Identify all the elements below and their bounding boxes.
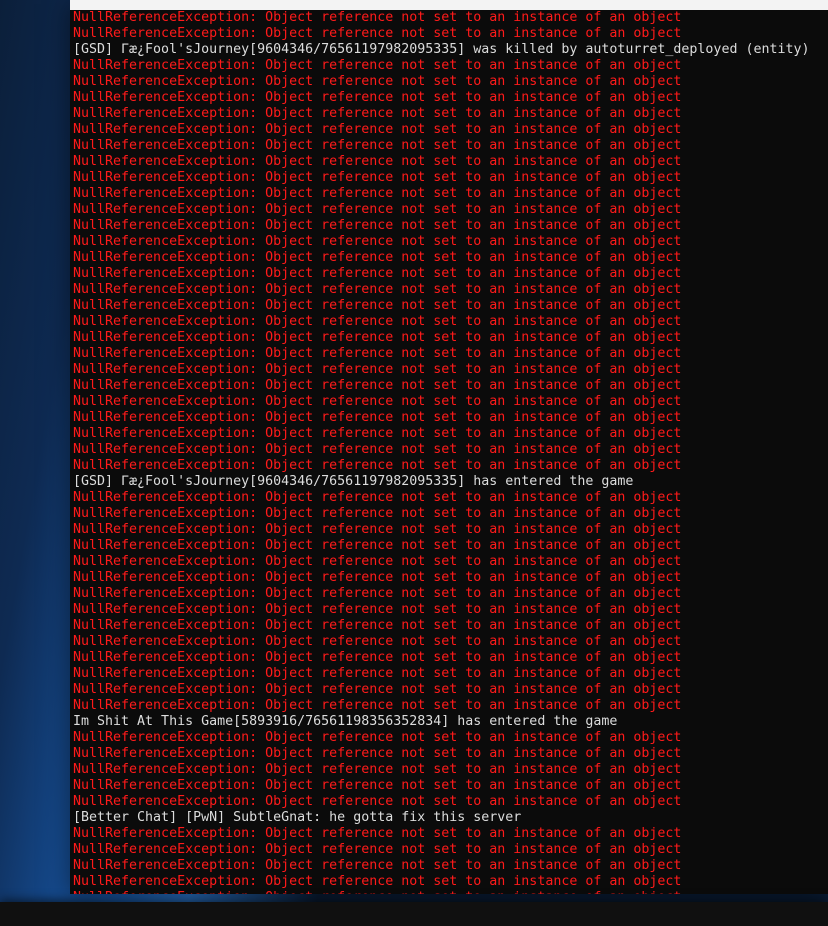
console-line-error: NullReferenceException: Object reference… [73,794,825,810]
console-line-error: NullReferenceException: Object reference… [73,202,825,218]
desktop-background: NullReferenceException: Object reference… [0,0,828,926]
console-line-error: NullReferenceException: Object reference… [73,122,825,138]
console-line-error: NullReferenceException: Object reference… [73,106,825,122]
console-line-error: NullReferenceException: Object reference… [73,682,825,698]
console-line-error: NullReferenceException: Object reference… [73,650,825,666]
console-line-info: [GSD] Γæ¿Fool'sJourney[9604346/765611979… [73,42,825,58]
console-line-error: NullReferenceException: Object reference… [73,762,825,778]
console-line-error: NullReferenceException: Object reference… [73,74,825,90]
console-line-error: NullReferenceException: Object reference… [73,362,825,378]
console-line-error: NullReferenceException: Object reference… [73,314,825,330]
console-line-error: NullReferenceException: Object reference… [73,298,825,314]
console-line-error: NullReferenceException: Object reference… [73,602,825,618]
console-line-error: NullReferenceException: Object reference… [73,282,825,298]
console-line-error: NullReferenceException: Object reference… [73,634,825,650]
console-line-error: NullReferenceException: Object reference… [73,858,825,874]
console-line-info: [GSD] Γæ¿Fool'sJourney[9604346/765611979… [73,474,825,490]
console-line-error: NullReferenceException: Object reference… [73,570,825,586]
console-line-error: NullReferenceException: Object reference… [73,842,825,858]
console-line-error: NullReferenceException: Object reference… [73,426,825,442]
console-line-error: NullReferenceException: Object reference… [73,874,825,890]
console-line-error: NullReferenceException: Object reference… [73,538,825,554]
console-line-error: NullReferenceException: Object reference… [73,410,825,426]
console-line-info: Im Shit At This Game[5893916/76561198356… [73,714,825,730]
console-line-error: NullReferenceException: Object reference… [73,10,825,26]
console-line-error: NullReferenceException: Object reference… [73,554,825,570]
console-line-error: NullReferenceException: Object reference… [73,138,825,154]
console-line-error: NullReferenceException: Object reference… [73,666,825,682]
console-line-error: NullReferenceException: Object reference… [73,90,825,106]
console-line-info: [Better Chat] [PwN] SubtleGnat: he gotta… [73,810,825,826]
console-line-error: NullReferenceException: Object reference… [73,506,825,522]
console-line-error: NullReferenceException: Object reference… [73,26,825,42]
taskbar[interactable] [0,902,828,926]
console-line-error: NullReferenceException: Object reference… [73,522,825,538]
console-line-error: NullReferenceException: Object reference… [73,394,825,410]
console-line-error: NullReferenceException: Object reference… [73,442,825,458]
console-line-error: NullReferenceException: Object reference… [73,618,825,634]
console-line-error: NullReferenceException: Object reference… [73,58,825,74]
console-line-error: NullReferenceException: Object reference… [73,778,825,794]
console-line-error: NullReferenceException: Object reference… [73,586,825,602]
console-line-error: NullReferenceException: Object reference… [73,170,825,186]
console-window[interactable]: NullReferenceException: Object reference… [70,0,828,894]
console-line-error: NullReferenceException: Object reference… [73,730,825,746]
console-line-error: NullReferenceException: Object reference… [73,698,825,714]
console-line-error: NullReferenceException: Object reference… [73,266,825,282]
console-line-error: NullReferenceException: Object reference… [73,378,825,394]
console-line-error: NullReferenceException: Object reference… [73,890,825,894]
console-line-error: NullReferenceException: Object reference… [73,154,825,170]
console-line-error: NullReferenceException: Object reference… [73,186,825,202]
console-line-error: NullReferenceException: Object reference… [73,250,825,266]
console-line-error: NullReferenceException: Object reference… [73,234,825,250]
console-line-error: NullReferenceException: Object reference… [73,458,825,474]
console-line-error: NullReferenceException: Object reference… [73,746,825,762]
console-line-error: NullReferenceException: Object reference… [73,346,825,362]
console-line-error: NullReferenceException: Object reference… [73,218,825,234]
console-line-error: NullReferenceException: Object reference… [73,330,825,346]
console-output[interactable]: NullReferenceException: Object reference… [70,10,828,894]
console-line-error: NullReferenceException: Object reference… [73,826,825,842]
console-line-error: NullReferenceException: Object reference… [73,490,825,506]
